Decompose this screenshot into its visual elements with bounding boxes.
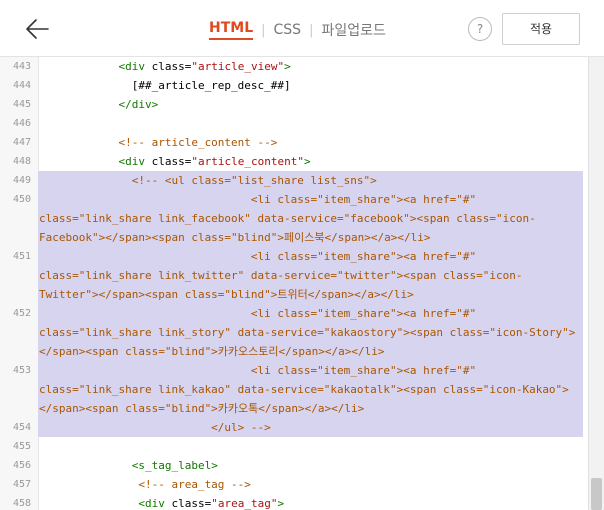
- code-text: class="link_share link_twitter" data-ser…: [39, 269, 523, 282]
- scrollbar-thumb[interactable]: [591, 478, 602, 510]
- help-button[interactable]: ?: [468, 17, 492, 41]
- code-area[interactable]: 443 <div class="article_view"> 444 [##_ar…: [0, 57, 588, 510]
- line-number: 457: [12, 479, 31, 490]
- code-text: <li class="item_share"><a href="#": [39, 250, 477, 263]
- apply-button[interactable]: 적용: [502, 13, 580, 45]
- line-number: 458: [12, 498, 31, 509]
- editor-header: HTML | CSS | 파일업로드 ? 적용: [0, 0, 604, 57]
- code-text: </ul> -->: [39, 421, 271, 434]
- line-number: 446: [12, 118, 31, 129]
- code-text: Facebook"></span><span class="blind">페이스…: [39, 231, 431, 244]
- code-text: </span><span class="blind">카카오스토리</span>…: [39, 345, 385, 358]
- back-arrow-icon[interactable]: [22, 14, 52, 44]
- code-text: <div class="area_tag">: [138, 497, 285, 510]
- code-text: <li class="item_share"><a href="#": [39, 307, 477, 320]
- code-text: [##_article_rep_desc_##]: [39, 79, 291, 92]
- editor-scrollbar[interactable]: [588, 57, 604, 510]
- tab-css[interactable]: CSS: [274, 22, 302, 38]
- code-editor[interactable]: 443 <div class="article_view"> 444 [##_ar…: [0, 57, 588, 510]
- line-number: 450: [12, 194, 31, 205]
- tab-html[interactable]: HTML: [209, 20, 254, 40]
- code-text: <!-- <ul class="list_share list_sns">: [39, 174, 377, 187]
- code-text: class="link_share link_kakao" data-servi…: [39, 383, 569, 396]
- code-text: </div>: [118, 98, 159, 111]
- code-text: </span><span class="blind">카카오톡</span></…: [39, 402, 365, 415]
- code-text: <s_tag_label>: [131, 459, 218, 472]
- line-number: 453: [12, 365, 31, 376]
- editor-tabs: HTML | CSS | 파일업로드: [209, 18, 386, 42]
- code-text: <!-- area_tag -->: [39, 478, 251, 491]
- line-number: 454: [12, 422, 31, 433]
- code-text: <li class="item_share"><a href="#": [39, 364, 477, 377]
- line-number: 447: [12, 137, 31, 148]
- line-number: 445: [12, 99, 31, 110]
- line-number: 448: [12, 156, 31, 167]
- line-number: 455: [12, 441, 31, 452]
- tab-divider: |: [309, 22, 314, 38]
- line-number: 443: [12, 61, 31, 72]
- code-text: class="link_share link_facebook" data-se…: [39, 212, 536, 225]
- code-text: Twitter"></span><span class="blind">트위터<…: [39, 288, 414, 301]
- line-number: 449: [12, 175, 31, 186]
- tab-file-upload[interactable]: 파일업로드: [321, 20, 385, 40]
- code-text: <div class="article_view">: [118, 60, 291, 73]
- code-text: <li class="item_share"><a href="#": [39, 193, 477, 206]
- line-number: 456: [12, 460, 31, 471]
- line-number: 451: [12, 251, 31, 262]
- line-number: 444: [12, 80, 31, 91]
- line-number: 452: [12, 308, 31, 319]
- code-text: <!-- article_content -->: [39, 136, 278, 149]
- code-text: <div class="article_content">: [118, 155, 311, 168]
- tab-divider: |: [261, 22, 266, 38]
- code-text: class="link_share link_story" data-servi…: [39, 326, 576, 339]
